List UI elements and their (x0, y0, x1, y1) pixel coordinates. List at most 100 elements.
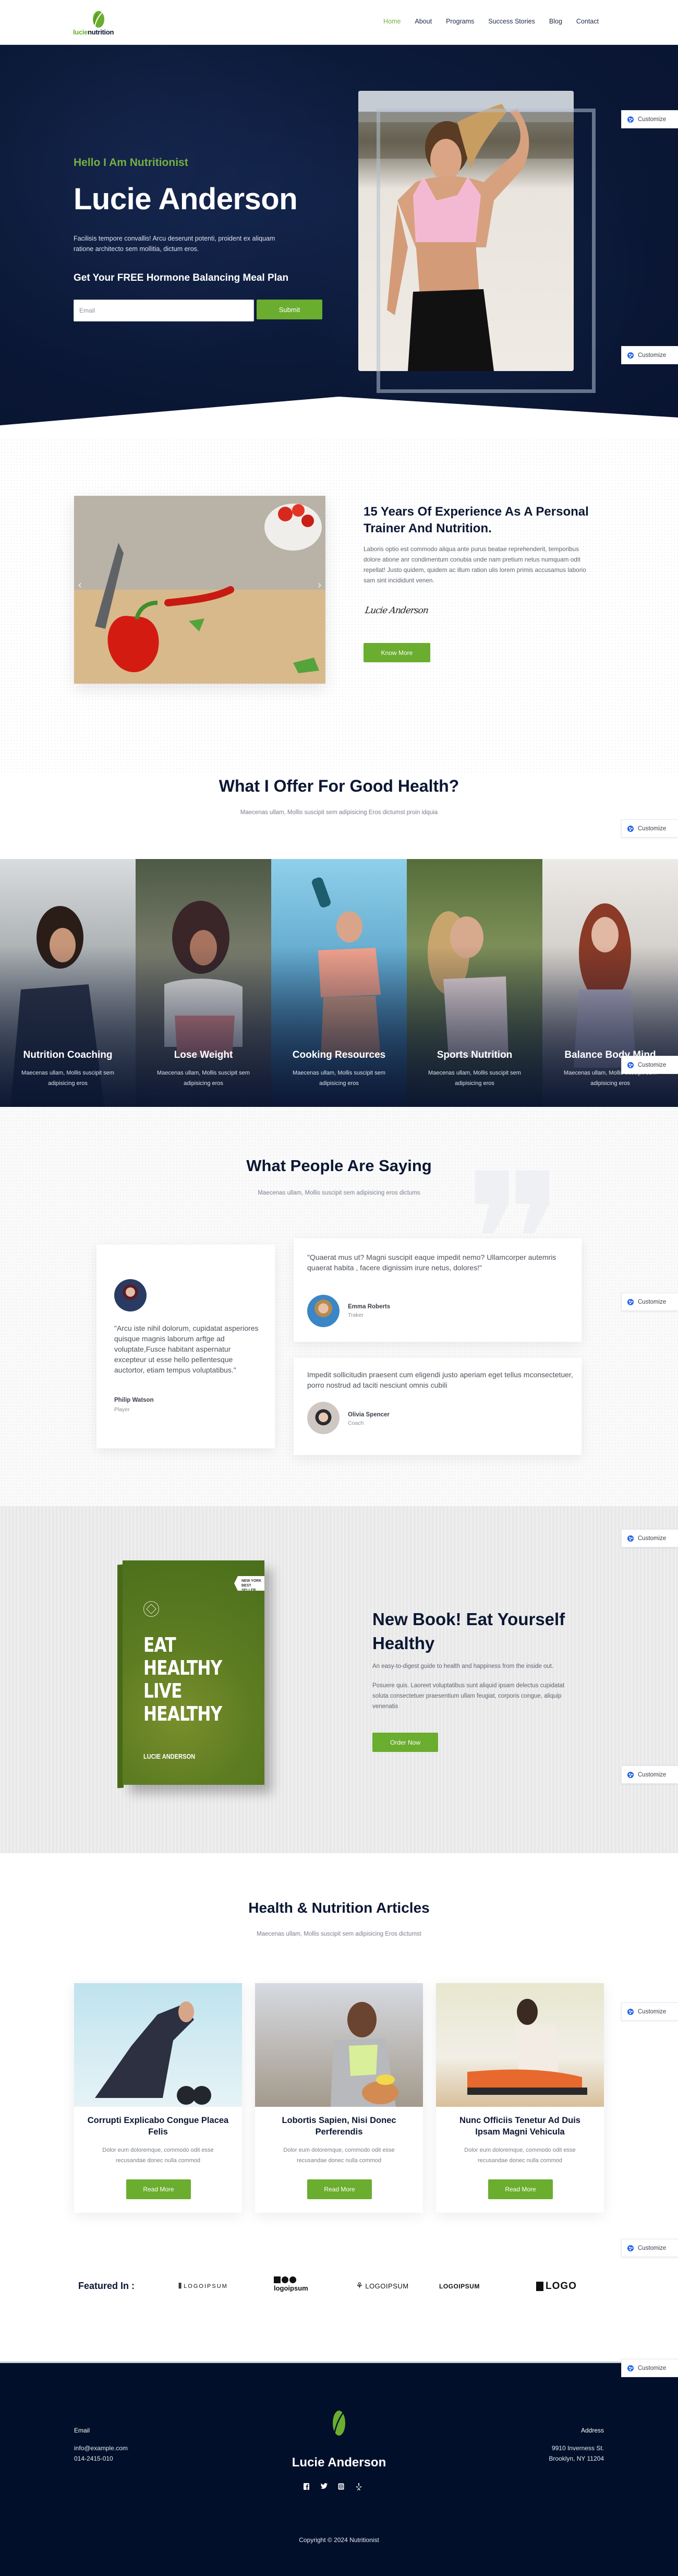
know-more-button[interactable]: Know More (364, 643, 430, 662)
service-card[interactable]: Sports Nutrition Maecenas ullam, Mollis … (407, 859, 542, 1107)
palette-icon (627, 825, 634, 832)
book-tagline: An easy-to-digest guide to health and ha… (372, 1663, 554, 1669)
testimonial-role: Player (114, 1406, 130, 1413)
testimonials-title: What People Are Saying (246, 1156, 432, 1175)
article-title[interactable]: Corrupti Explicabo Congue Placea Felis (84, 2115, 232, 2138)
order-now-button[interactable]: Order Now (372, 1733, 438, 1752)
customize-label: Customize (638, 352, 667, 359)
bestseller-badge: NEW YORK BEST SELLER (234, 1576, 264, 1591)
instagram-icon[interactable] (337, 2483, 345, 2491)
nav-contact[interactable]: Contact (576, 18, 599, 25)
brand-logo-4[interactable]: LOGOIPSUM (439, 2283, 480, 2290)
article-image[interactable] (255, 1983, 423, 2107)
about-text: Laboris optio est commodo aliqua ante pu… (364, 545, 586, 584)
hero-cta-heading: Get Your FREE Hormone Balancing Meal Pla… (74, 272, 289, 283)
article-card: Corrupti Explicabo Congue Placea Felis D… (74, 1983, 242, 2213)
read-more-button[interactable]: Read More (488, 2179, 553, 2199)
service-card[interactable]: Cooking Resources Maecenas ullam, Mollis… (271, 859, 407, 1107)
customize-label: Customize (638, 2365, 667, 2371)
customize-label: Customize (638, 1771, 667, 1778)
book-cover-author: LUCIE ANDERSON (143, 1752, 196, 1760)
slider-prev-arrow[interactable]: ‹ (78, 579, 82, 591)
article-photo (95, 2001, 211, 2105)
badge-line2: BEST SELLER (241, 1584, 256, 1592)
book-cover: NEW YORK BEST SELLER EAT HEALTHY LIVE HEA… (123, 1560, 264, 1785)
customize-label: Customize (638, 1535, 667, 1542)
shapes-logo-icon (274, 2276, 296, 2283)
customize-button[interactable]: Customize (621, 1293, 678, 1311)
service-card[interactable]: Lose Weight Maecenas ullam, Mollis susci… (136, 859, 271, 1107)
site-header: lucienutrition Home About Programs Succe… (0, 0, 678, 45)
footer-address-label: Address (580, 2427, 604, 2434)
palette-icon (627, 1062, 634, 1068)
leaf-logo-icon (93, 11, 104, 28)
yelp-icon[interactable] (355, 2483, 362, 2491)
service-title: Sports Nutrition (437, 1050, 513, 1060)
service-title: Nutrition Coaching (23, 1050, 113, 1060)
main-nav: Home About Programs Success Stories Blog… (383, 18, 599, 25)
service-desc: Maecenas ullam, Mollis suscipit sem adip… (428, 1070, 521, 1087)
customize-button[interactable]: Customize (621, 110, 678, 128)
twitter-icon[interactable] (320, 2483, 328, 2491)
logo[interactable]: lucienutrition (73, 9, 136, 37)
testimonial-quote: "Arcu iste nihil dolorum, cupidatat aspe… (114, 1324, 259, 1374)
slider-next-arrow[interactable]: › (318, 579, 321, 591)
article-image[interactable] (74, 1983, 242, 2107)
customize-button[interactable]: Customize (621, 346, 678, 364)
article-card: Lobortis Sapien, Nisi Donec Perferendis … (255, 1983, 423, 2213)
brand-logo-1[interactable]: ⦀ LOGOIPSUM (178, 2282, 228, 2291)
service-card[interactable]: Nutrition Coaching Maecenas ullam, Molli… (0, 859, 136, 1107)
article-title[interactable]: Lobortis Sapien, Nisi Donec Perferendis (265, 2115, 413, 2138)
testimonial-name: Emma Roberts (348, 1304, 391, 1310)
testimonial-card: Impedit sollicitudin praesent cum eligen… (294, 1358, 582, 1455)
customize-button[interactable]: Customize (621, 2002, 678, 2021)
hero-title: Lucie Anderson (74, 182, 298, 216)
footer-email[interactable]: info@example.com (74, 2443, 128, 2453)
articles-subtitle: Maecenas ullam, Mollis suscipit sem adip… (257, 1931, 421, 1937)
facebook-icon[interactable] (302, 2483, 310, 2491)
customize-label: Customize (638, 2245, 667, 2251)
signature: Lucie Anderson (364, 605, 429, 616)
about-section: ‹ › 15 Years Of Experience As A Personal… (0, 438, 678, 772)
hero-description: Facilisis tempore convallis! Arcu deseru… (74, 235, 275, 253)
customize-button[interactable]: Customize (621, 1529, 678, 1547)
hero-subtitle: Hello I Am Nutritionist (74, 157, 188, 169)
customize-label: Customize (638, 1298, 667, 1305)
article-title[interactable]: Nunc Officiis Tenetur Ad Duis Ipsam Magn… (446, 2115, 594, 2138)
wheat-logo-icon: ⚘ (356, 2282, 364, 2291)
about-image-slider: ‹ › (74, 496, 325, 684)
article-photo (331, 2002, 398, 2107)
avatar (307, 1295, 340, 1327)
square-logo-icon (536, 2282, 543, 2291)
nav-home[interactable]: Home (383, 18, 401, 25)
customize-button[interactable]: Customize (621, 819, 678, 838)
read-more-button[interactable]: Read More (307, 2179, 372, 2199)
email-input[interactable] (74, 300, 254, 321)
testimonial-name: Olivia Spencer (348, 1412, 390, 1418)
customize-button[interactable]: Customize (621, 1056, 678, 1074)
read-more-button[interactable]: Read More (126, 2179, 191, 2199)
nav-programs[interactable]: Programs (446, 18, 474, 25)
nav-blog[interactable]: Blog (549, 18, 562, 25)
article-desc: Dolor eum doloremque, commodo odit esse … (102, 2147, 214, 2164)
services-grid: Nutrition Coaching Maecenas ullam, Molli… (0, 859, 678, 1107)
customize-label: Customize (638, 825, 667, 832)
brand-logo-3[interactable]: ⚘ LOGOIPSUM (356, 2281, 409, 2291)
testimonial-quote: Impedit sollicitudin praesent cum eligen… (307, 1370, 573, 1389)
nav-success-stories[interactable]: Success Stories (488, 18, 535, 25)
article-desc: Dolor eum doloremque, commodo odit esse … (464, 2147, 576, 2164)
customize-button[interactable]: Customize (621, 2239, 678, 2257)
article-desc: Dolor eum doloremque, commodo odit esse … (283, 2147, 395, 2164)
customize-button[interactable]: Customize (621, 1766, 678, 1784)
article-image[interactable] (436, 1983, 604, 2107)
article-photo (467, 1999, 587, 2095)
brand-logo-2[interactable]: logoipsum (274, 2276, 308, 2292)
submit-button[interactable]: Submit (257, 300, 322, 319)
brand-name: LOGO (546, 2281, 577, 2292)
customize-button[interactable]: Customize (621, 2359, 678, 2377)
nav-about[interactable]: About (415, 18, 432, 25)
customize-label: Customize (638, 1062, 667, 1068)
palette-icon (627, 1535, 634, 1542)
brand-logo-5[interactable]: LOGO (536, 2281, 577, 2292)
brand-name: LOGOIPSUM (439, 2283, 480, 2290)
